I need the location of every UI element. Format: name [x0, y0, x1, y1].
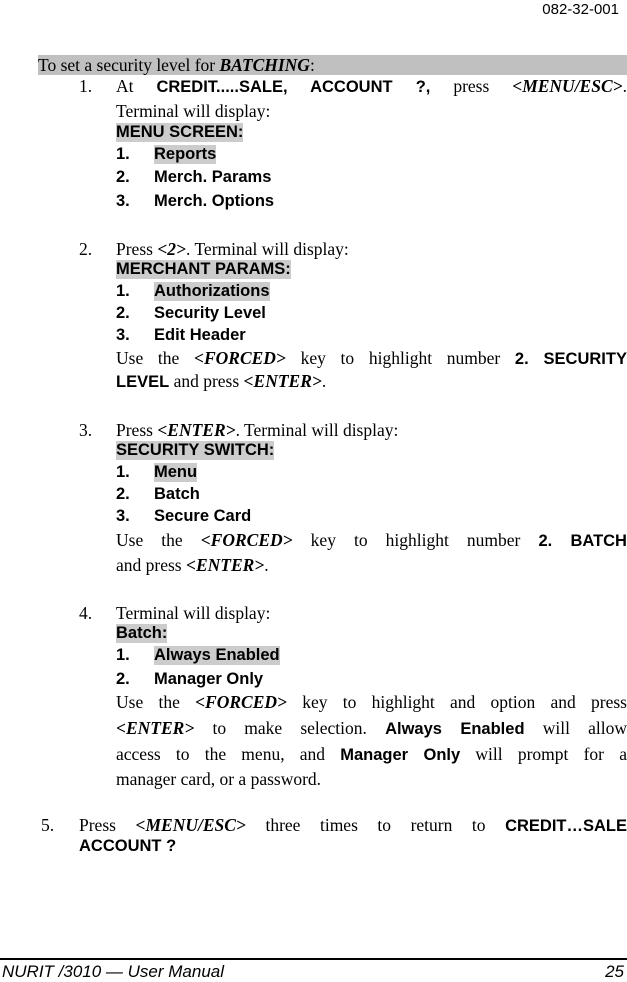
- key-name: <ENTER>: [116, 718, 195, 738]
- step-note: Use the <FORCED> key to highlight and op…: [116, 692, 627, 713]
- section-title: To set a security level for BATCHING:: [38, 55, 627, 75]
- text: key to highlight and option and press: [287, 692, 627, 712]
- menu-item-manager-only: Manager Only: [154, 670, 264, 688]
- step-note-cont: and press <ENTER>.: [116, 555, 269, 576]
- option-text: LEVEL: [116, 373, 170, 391]
- text: Use the: [116, 348, 194, 368]
- step-number: 2.: [79, 239, 93, 259]
- footer-divider: [0, 958, 627, 960]
- step-number: 5.: [41, 815, 55, 835]
- menu-item-authorizations: Authorizations: [154, 282, 270, 301]
- text: will prompt for a: [460, 744, 627, 764]
- menu-item-number: 2.: [116, 485, 130, 503]
- menu-item-number: 1.: [116, 646, 130, 664]
- step-instruction: Press <ENTER>. Terminal will display:: [116, 420, 398, 441]
- screen-title: Batch:: [116, 624, 168, 643]
- text: Press: [79, 815, 136, 835]
- screen-title: MERCHANT PARAMS:: [116, 260, 291, 279]
- text: and press: [169, 371, 244, 391]
- text: three times to return to: [245, 815, 506, 835]
- key-name: <ENTER>: [157, 420, 236, 440]
- screen-title: SECURITY SWITCH:: [116, 441, 275, 460]
- menu-item-number: 3.: [116, 192, 130, 210]
- text: Use the: [116, 530, 201, 550]
- text: access to the menu, and: [116, 744, 341, 764]
- key-name: <FORCED>: [195, 692, 287, 712]
- section-title-text: To set a security level for: [38, 55, 220, 75]
- text: to make selection.: [194, 718, 386, 738]
- menu-item-number: 2.: [116, 670, 130, 688]
- menu-item-always-enabled: Always Enabled: [154, 646, 280, 665]
- text: .: [321, 371, 327, 391]
- step-note: Use the <FORCED> key to highlight number…: [116, 530, 627, 551]
- menu-item-secure-card: Secure Card: [154, 507, 252, 525]
- step-instruction: Press <2>. Terminal will display:: [116, 239, 349, 260]
- menu-item-number: 1.: [116, 463, 130, 481]
- step-instruction-cont: Terminal will display:: [116, 101, 271, 121]
- key-name: <FORCED>: [200, 530, 293, 550]
- text: . Terminal will display:: [186, 239, 349, 259]
- screen-title: MENU SCREEN:: [116, 123, 244, 142]
- step-instruction: At CREDIT.....SALE, ACCOUNT ?, press <ME…: [116, 76, 627, 97]
- section-title-emphasis: BATCHING: [219, 55, 310, 75]
- menu-item-number: 1.: [116, 145, 130, 163]
- key-name: <MENU/ESC>: [135, 815, 246, 835]
- step-note: Use the <FORCED> key to highlight number…: [116, 348, 627, 369]
- menu-item-merch-params: Merch. Params: [154, 168, 272, 186]
- step-note-line3: access to the menu, and Manager Only wil…: [116, 744, 627, 765]
- text: key to highlight number: [285, 348, 515, 368]
- text: .: [622, 76, 627, 96]
- option-text: 2. BATCH: [538, 532, 627, 550]
- menu-item-number: 1.: [116, 282, 130, 300]
- text: . Terminal will display:: [235, 420, 399, 440]
- step-note-line2: <ENTER> to make selection. Always Enable…: [116, 718, 627, 739]
- menu-item-edit-header: Edit Header: [154, 326, 246, 344]
- menu-item-security-level: Security Level: [154, 304, 266, 322]
- menu-item-merch-options: Merch. Options: [154, 192, 275, 210]
- key-name: <ENTER>: [243, 371, 322, 391]
- prompt-text: CREDIT…SALE: [505, 817, 627, 835]
- menu-item-number: 3.: [116, 326, 130, 344]
- option-text: Manager Only: [340, 746, 461, 764]
- text: Use the: [116, 692, 196, 712]
- prompt-text-cont: ACCOUNT ?: [79, 837, 177, 855]
- step-instruction: Press <MENU/ESC> three times to return t…: [79, 815, 627, 836]
- option-text: 2. SECURITY: [514, 350, 627, 368]
- menu-item-number: 3.: [116, 507, 130, 525]
- menu-item-menu: Menu: [154, 463, 198, 482]
- menu-item-number: 2.: [116, 304, 130, 322]
- key-name: <ENTER>: [185, 555, 265, 575]
- text: Press: [116, 420, 158, 440]
- text: will allow: [524, 718, 627, 738]
- text: key to highlight number: [292, 530, 539, 550]
- menu-item-number: 2.: [116, 168, 130, 186]
- step-note-cont: LEVEL and press <ENTER>.: [116, 371, 326, 392]
- menu-item-batch: Batch: [154, 485, 200, 503]
- text: At: [116, 76, 157, 96]
- text: Press: [116, 239, 158, 259]
- prompt-text: CREDIT.....SALE, ACCOUNT ?,: [156, 78, 431, 96]
- step-note-line4: manager card, or a password.: [116, 769, 322, 789]
- key-name: <MENU/ESC>: [512, 76, 623, 96]
- text: press: [453, 76, 513, 96]
- step-instruction: Terminal will display:: [116, 603, 271, 623]
- menu-item-reports: Reports: [154, 145, 217, 164]
- page-number: 25: [605, 962, 624, 981]
- step-number: 3.: [79, 420, 93, 440]
- section-title-suffix: :: [309, 55, 315, 75]
- key-name: <FORCED>: [193, 348, 286, 368]
- document-id: 082-32-001: [542, 1, 619, 18]
- text: .: [264, 555, 269, 575]
- step-number: 1.: [79, 76, 93, 96]
- key-name: <2>: [157, 239, 187, 259]
- option-text: Always Enabled: [385, 720, 525, 738]
- text: and press: [116, 555, 186, 575]
- footer-manual-title: NURIT /3010 — User Manual: [2, 962, 225, 981]
- step-number: 4.: [79, 603, 93, 623]
